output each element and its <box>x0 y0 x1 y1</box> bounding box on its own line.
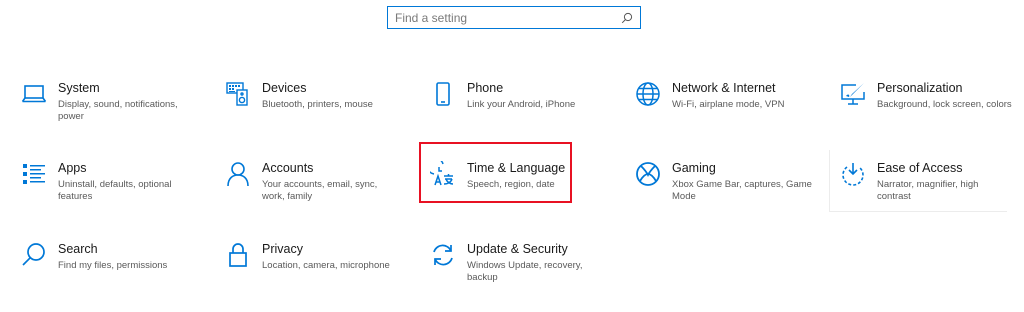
search-icon <box>20 241 48 269</box>
tile-desc: Display, sound, notifications, power <box>58 99 178 122</box>
lock-icon <box>224 241 252 269</box>
paint-monitor-icon <box>839 80 867 108</box>
person-icon <box>224 160 252 188</box>
xbox-icon <box>634 160 662 188</box>
apps-list-icon <box>20 160 48 188</box>
search-icon[interactable] <box>621 12 633 24</box>
tile-desc: Link your Android, iPhone <box>467 99 576 110</box>
tile-network[interactable]: Network & Internet Wi-Fi, airplane mode,… <box>634 79 824 137</box>
ease-of-access-icon <box>839 160 867 188</box>
tile-phone[interactable]: Phone Link your Android, iPhone <box>429 79 619 137</box>
tile-update-security[interactable]: Update & Security Windows Update, recove… <box>429 240 619 298</box>
tile-desc: Find my files, permissions <box>58 260 168 271</box>
tile-desc: Background, lock screen, colors <box>877 99 1012 110</box>
tile-title: Update & Security <box>467 242 568 256</box>
tile-desc: Bluetooth, printers, mouse <box>262 99 373 110</box>
tile-ease-of-access[interactable]: Ease of Access Narrator, magnifier, high… <box>839 159 1024 217</box>
tile-desc: Windows Update, recovery, backup <box>467 260 583 283</box>
tile-desc: Your accounts, email, sync, work, family <box>262 179 378 202</box>
tile-desc: Wi-Fi, airplane mode, VPN <box>672 99 785 110</box>
tile-desc: Location, camera, microphone <box>262 260 390 271</box>
tile-search[interactable]: Search Find my files, permissions <box>20 240 210 298</box>
search-input[interactable] <box>395 7 621 28</box>
phone-icon <box>429 80 457 108</box>
tile-title: Privacy <box>262 242 303 256</box>
tile-desc: Xbox Game Bar, captures, Game Mode <box>672 179 812 202</box>
globe-icon <box>634 80 662 108</box>
tile-title: Gaming <box>672 161 716 175</box>
keyboard-speaker-icon <box>224 80 252 108</box>
update-icon <box>429 241 457 269</box>
tile-desc: Uninstall, defaults, optional features <box>58 179 172 202</box>
tile-accounts[interactable]: Accounts Your accounts, email, sync, wor… <box>224 159 414 217</box>
tile-title: System <box>58 81 100 95</box>
tile-system[interactable]: System Display, sound, notifications, po… <box>20 79 210 137</box>
tile-desc: Narrator, magnifier, high contrast <box>877 179 979 202</box>
tile-title: Network & Internet <box>672 81 776 95</box>
tile-title: Search <box>58 242 98 256</box>
tile-title: Phone <box>467 81 504 95</box>
tile-personalization[interactable]: Personalization Background, lock screen,… <box>839 79 1024 137</box>
tile-title: Apps <box>58 161 87 175</box>
selection-highlight-box <box>419 142 572 203</box>
tile-gaming[interactable]: Gaming Xbox Game Bar, captures, Game Mod… <box>634 159 824 217</box>
laptop-icon <box>20 80 48 108</box>
tile-title: Personalization <box>877 81 963 95</box>
tile-title: Accounts <box>262 161 314 175</box>
tile-title: Devices <box>262 81 307 95</box>
search-box[interactable] <box>387 6 641 29</box>
tile-privacy[interactable]: Privacy Location, camera, microphone <box>224 240 414 298</box>
tile-title: Ease of Access <box>877 161 963 175</box>
tile-apps[interactable]: Apps Uninstall, defaults, optional featu… <box>20 159 210 217</box>
tile-devices[interactable]: Devices Bluetooth, printers, mouse <box>224 79 414 137</box>
